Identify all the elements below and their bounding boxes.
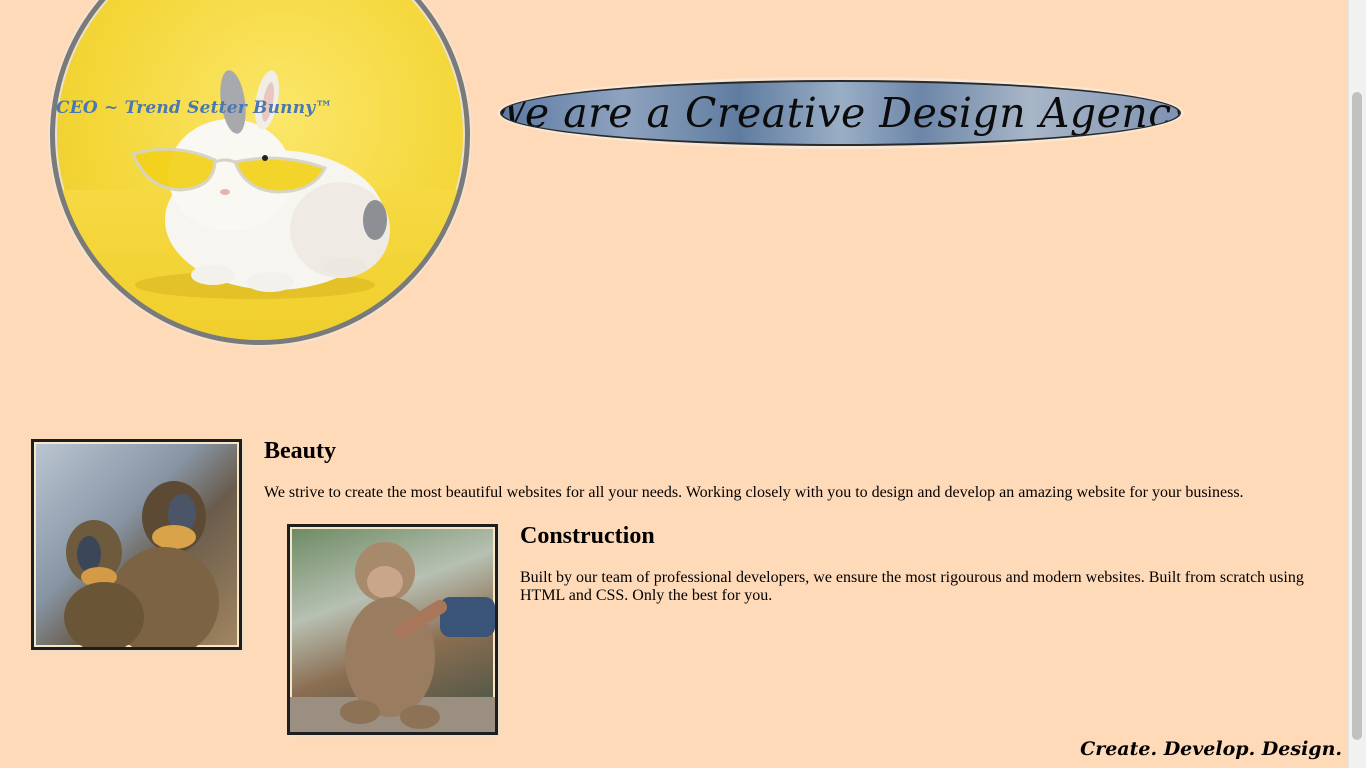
beauty-image: [31, 439, 242, 650]
construction-image: [287, 524, 498, 735]
beauty-text: We strive to create the most beautiful w…: [264, 484, 1244, 501]
vertical-scrollbar[interactable]: [1348, 0, 1366, 768]
banner-title: We are a Creative Design Agency: [500, 89, 1181, 137]
banner: We are a Creative Design Agency: [500, 80, 1181, 146]
scrollbar-thumb[interactable]: [1352, 92, 1362, 740]
bunny-illustration: [130, 70, 390, 299]
hero-caption: CEO ~ Trend Setter Bunny™: [56, 98, 333, 118]
macaque-illustration: [290, 542, 495, 732]
construction-title: Construction: [520, 523, 655, 549]
hero-image: [50, 0, 470, 345]
construction-text: Built by our team of professional develo…: [520, 569, 1304, 604]
mandrills-illustration: [64, 481, 219, 647]
beauty-title: Beauty: [264, 438, 336, 464]
footer-tagline: Create. Develop. Design.: [1080, 738, 1342, 760]
page: CEO ~ Trend Setter Bunny™ We are a Creat…: [0, 0, 1366, 768]
